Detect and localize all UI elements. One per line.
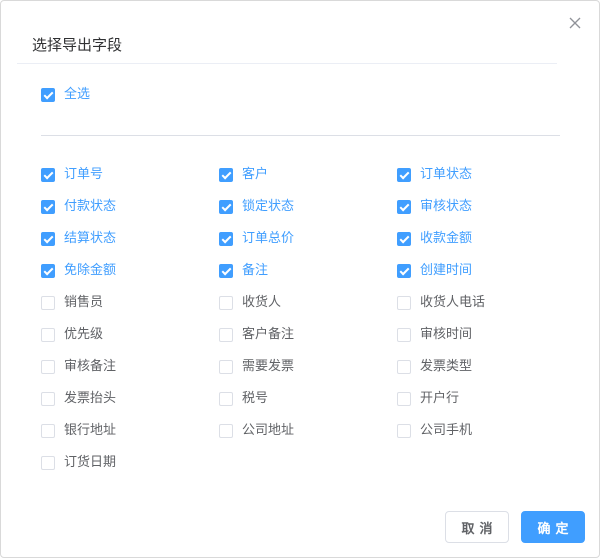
field-label: 创建时间 [420, 263, 473, 278]
field-label: 订单总价 [242, 231, 295, 246]
checkbox-box[interactable] [41, 392, 55, 406]
field-label: 发票抬头 [64, 391, 117, 406]
close-icon[interactable] [567, 15, 583, 31]
field-label: 结算状态 [64, 231, 117, 246]
checkbox-box[interactable] [219, 360, 233, 374]
checkbox-box[interactable] [397, 168, 411, 182]
section-divider [41, 135, 560, 136]
checkbox-box[interactable] [219, 296, 233, 310]
field-checkbox[interactable]: 税号 [219, 391, 268, 407]
checkbox-box[interactable] [397, 264, 411, 278]
field-checkbox[interactable]: 审核状态 [397, 199, 472, 215]
field-checkbox[interactable]: 客户备注 [219, 327, 294, 343]
field-label: 审核状态 [420, 199, 473, 214]
checkbox-box[interactable] [397, 328, 411, 342]
checkbox-box[interactable] [219, 392, 233, 406]
field-checkbox[interactable]: 收货人电话 [397, 295, 485, 311]
checkbox-box[interactable] [219, 232, 233, 246]
checkbox-box[interactable] [219, 168, 233, 182]
field-label: 订货日期 [64, 455, 117, 470]
field-label: 收货人电话 [420, 295, 486, 310]
field-label: 收货人 [242, 295, 282, 310]
checkbox-box[interactable] [219, 200, 233, 214]
checkbox-box[interactable] [41, 264, 55, 278]
field-checkbox[interactable]: 审核时间 [397, 327, 472, 343]
field-label: 客户备注 [242, 327, 295, 342]
checkbox-box[interactable] [41, 328, 55, 342]
checkbox-box[interactable] [219, 328, 233, 342]
field-label: 审核备注 [64, 359, 117, 374]
field-label: 公司手机 [420, 423, 473, 438]
field-checkbox[interactable]: 需要发票 [219, 359, 294, 375]
field-checkbox[interactable]: 公司手机 [397, 423, 472, 439]
field-label: 优先级 [64, 327, 104, 342]
field-checkbox[interactable]: 公司地址 [219, 423, 294, 439]
field-label: 客户 [242, 167, 269, 182]
checkbox-box[interactable] [41, 296, 55, 310]
checkbox-box[interactable] [41, 456, 55, 470]
checkbox-box[interactable] [41, 424, 55, 438]
checkbox-box[interactable] [219, 424, 233, 438]
field-checkbox[interactable]: 创建时间 [397, 263, 472, 279]
field-checkbox[interactable]: 免除金额 [41, 263, 116, 279]
field-label: 收款金额 [420, 231, 473, 246]
select-all-label: 全选 [64, 87, 91, 102]
field-label: 审核时间 [420, 327, 473, 342]
field-checkbox[interactable]: 客户 [219, 167, 268, 183]
field-label: 银行地址 [64, 423, 117, 438]
field-checkbox[interactable]: 订单号 [41, 167, 103, 183]
field-checkbox[interactable]: 订单状态 [397, 167, 472, 183]
field-checkbox[interactable]: 锁定状态 [219, 199, 294, 215]
select-all-checkbox[interactable]: 全选 [41, 87, 90, 103]
checkbox-box[interactable] [397, 392, 411, 406]
checkbox-box[interactable] [397, 232, 411, 246]
field-checkbox[interactable]: 发票抬头 [41, 391, 116, 407]
field-label: 需要发票 [242, 359, 295, 374]
field-checkbox[interactable]: 银行地址 [41, 423, 116, 439]
dialog-title: 选择导出字段 [32, 36, 123, 54]
field-checkbox[interactable]: 订单总价 [219, 231, 294, 247]
checkbox-box[interactable] [397, 360, 411, 374]
checkbox-box[interactable] [397, 424, 411, 438]
field-label: 订单状态 [420, 167, 473, 182]
checkbox-box[interactable] [397, 296, 411, 310]
field-checkbox[interactable]: 收款金额 [397, 231, 472, 247]
field-checkbox[interactable]: 付款状态 [41, 199, 116, 215]
field-checkbox[interactable]: 开户行 [397, 391, 459, 407]
export-fields-dialog: 选择导出字段 全选 订单号 客户 订单状态 付款状态 锁定状态 审核状态 结算状态 订单总价收… [0, 0, 600, 558]
header-divider [17, 63, 557, 64]
field-checkbox[interactable]: 收货人 [219, 295, 281, 311]
checkbox-box[interactable] [219, 264, 233, 278]
checkbox-box[interactable] [397, 200, 411, 214]
field-label: 开户行 [420, 391, 460, 406]
checkbox-box[interactable] [41, 360, 55, 374]
field-label: 付款状态 [64, 199, 117, 214]
field-label: 锁定状态 [242, 199, 295, 214]
confirm-button[interactable]: 确定 [521, 511, 585, 543]
field-label: 税号 [242, 391, 269, 406]
checkbox-box[interactable] [41, 88, 55, 102]
field-label: 发票类型 [420, 359, 473, 374]
field-label: 备注 [242, 263, 269, 278]
field-checkbox[interactable]: 销售员 [41, 295, 103, 311]
field-label: 订单号 [64, 167, 104, 182]
field-label: 销售员 [64, 295, 104, 310]
checkbox-box[interactable] [41, 200, 55, 214]
field-checkbox[interactable]: 订货日期 [41, 455, 116, 471]
field-checkbox[interactable]: 结算状态 [41, 231, 116, 247]
field-checkbox[interactable]: 备注 [219, 263, 268, 279]
cancel-button[interactable]: 取消 [445, 511, 509, 543]
field-label: 免除金额 [64, 263, 117, 278]
checkbox-box[interactable] [41, 232, 55, 246]
field-checkbox[interactable]: 发票类型 [397, 359, 472, 375]
field-checkbox[interactable]: 审核备注 [41, 359, 116, 375]
field-label: 公司地址 [242, 423, 295, 438]
field-checkbox[interactable]: 优先级 [41, 327, 103, 343]
checkbox-box[interactable] [41, 168, 55, 182]
